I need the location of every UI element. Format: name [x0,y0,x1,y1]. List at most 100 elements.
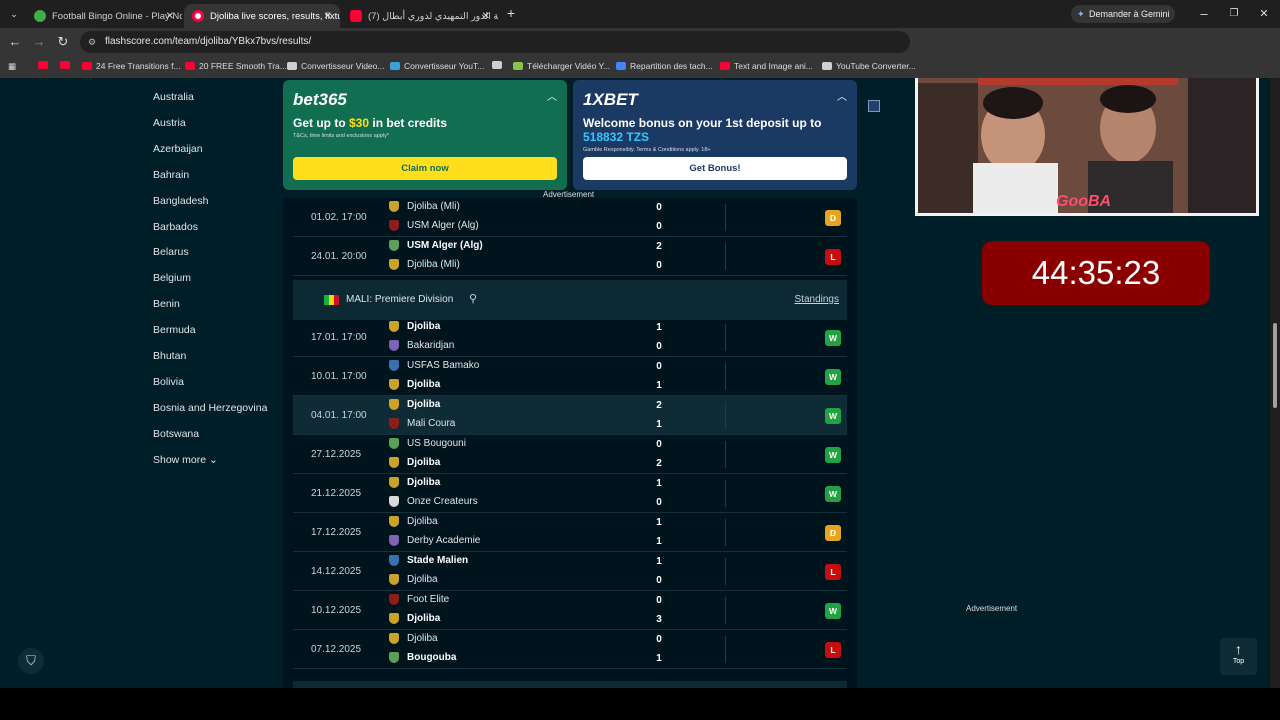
close-tab-icon[interactable]: ✕ [324,11,332,22]
team-name[interactable]: Djoliba (Mli) [389,201,460,212]
team-name[interactable]: Djoliba [389,321,440,332]
close-tab-icon[interactable]: ✕ [482,11,490,22]
team-name[interactable]: Onze Createurs [389,496,478,507]
country-link[interactable]: Benin [153,298,180,310]
bet365-ad[interactable]: bet365 ︿ Get up to $30 in bet credits T&… [283,80,567,190]
match-date: 04.01. 17:00 [311,410,367,421]
team-name[interactable]: USFAS Bamako [389,360,479,371]
team-name[interactable]: USM Alger (Alg) [389,240,483,251]
country-link[interactable]: Belgium [153,272,191,284]
claim-now-button[interactable]: Claim now [293,157,557,180]
1xbet-ad[interactable]: 1XBET ︿ Welcome bonus on your 1st deposi… [573,80,857,190]
scroll-top-button[interactable]: ↑ Top [1220,638,1257,675]
reload-icon[interactable]: ↻ [55,34,71,50]
team-name[interactable]: Derby Academie [389,535,480,546]
match-row[interactable]: 04.01. 17:00 Djoliba Mali Coura 2 1 W [293,396,847,435]
url-input[interactable]: ⚙ flashscore.com/team/djoliba/YBkx7bvs/r… [80,31,910,53]
country-link[interactable]: Bahrain [153,169,189,181]
team-name[interactable]: Djoliba [389,516,438,527]
country-link[interactable]: Botswana [153,428,199,440]
apps-grid-icon[interactable]: ▦ [8,61,16,72]
1xbet-logo: 1XBET [583,90,638,109]
forward-arrow-icon[interactable]: → [31,34,47,50]
country-link[interactable]: Austria [153,117,186,129]
bookmark-item[interactable]: Text and Image ani... [720,61,813,71]
country-link[interactable]: Australia [153,91,194,103]
team-name[interactable]: Foot Elite [389,594,449,605]
team-name[interactable]: USM Alger (Alg) [389,220,479,231]
collapse-chevron-icon[interactable]: ︿ [547,88,557,103]
match-row[interactable]: 10.12.2025 Foot Elite Djoliba 0 3 W [293,591,847,630]
back-arrow-icon[interactable]: ← [7,34,23,50]
close-window-icon[interactable]: ✕ [1256,6,1272,22]
site-info-icon[interactable]: ⚙ [88,31,96,53]
team-name[interactable]: Djoliba [389,399,440,410]
match-score: 1 [656,653,662,664]
team-name[interactable]: Djoliba [389,457,440,468]
bookmark-item[interactable]: 20 FREE Smooth Tra... [185,61,287,71]
bookmark-item[interactable]: YouTube Converter... [822,61,916,71]
team-name[interactable]: Bougouba [389,652,456,663]
minimize-icon[interactable]: – [1196,6,1212,22]
gemini-button[interactable]: ✦ Demander à Gemini [1071,5,1175,23]
team-name[interactable]: Djoliba (Mli) [389,259,460,270]
country-link[interactable]: Bangladesh [153,195,208,207]
scrollbar-thumb[interactable] [1273,323,1277,408]
collapse-chevron-icon[interactable]: ︿ [837,88,847,103]
match-row[interactable]: 17.01. 17:00 Djoliba Bakaridjan 1 0 W [293,318,847,357]
restore-icon[interactable]: ❐ [1226,6,1242,22]
tab-football-bingo[interactable]: Football Bingo Online - Play Now ✕ [26,4,182,28]
country-link[interactable]: Azerbaijan [153,143,203,155]
match-row[interactable]: 01.02. 17:00 Djoliba (Mli) USM Alger (Alg)… [293,198,847,237]
pin-icon[interactable]: ⚲ [469,292,477,305]
bookmark-item[interactable]: Convertisseur YouT... [390,61,484,71]
privacy-shield-icon[interactable]: ⛉ [18,648,44,674]
bookmark-item[interactable] [60,61,74,69]
new-tab-button[interactable]: + [503,5,519,21]
country-link[interactable]: Bhutan [153,350,186,362]
team-name[interactable]: Mali Coura [389,418,455,429]
team-name[interactable]: Stade Malien [389,555,468,566]
team-name[interactable]: US Bougouni [389,438,466,449]
next-league-header[interactable] [293,681,847,688]
tab-search-chevron-icon[interactable]: ⌄ [6,6,22,22]
show-more-button[interactable]: Show more ⌄ [153,454,218,466]
league-name[interactable]: MALI: Premiere Division [346,280,453,320]
tab-djoliba[interactable]: Djoliba live scores, results, fixtures ✕ [184,4,340,28]
country-link[interactable]: Bolivia [153,376,184,388]
bookmark-item[interactable]: Convertisseur Video... [287,61,384,71]
team-crest-icon [389,477,399,488]
get-bonus-button[interactable]: Get Bonus! [583,157,847,180]
match-row[interactable]: 07.12.2025 Djoliba Bougouba 0 1 L [293,630,847,669]
team-name[interactable]: Djoliba [389,613,440,624]
team-name[interactable]: Djoliba [389,477,440,488]
tab-youtube[interactable]: (7) قرعة الدور التمهيدي لدوري أبطال ✕ [342,4,498,28]
country-link[interactable]: Barbados [153,221,198,233]
match-row[interactable]: 14.12.2025 Stade Malien Djoliba 1 0 L [293,552,847,591]
bookmark-item[interactable]: 24 Free Transitions f... [82,61,181,71]
close-tab-icon[interactable]: ✕ [166,11,174,22]
match-row[interactable]: 21.12.2025 Djoliba Onze Createurs 1 0 W [293,474,847,513]
team-name[interactable]: Djoliba [389,633,438,644]
country-link[interactable]: Bermuda [153,324,196,336]
team-name[interactable]: Bakaridjan [389,340,454,351]
bookmark-item[interactable] [492,61,506,69]
country-link[interactable]: Belarus [153,246,189,258]
bookmark-item[interactable]: Télécharger Vidéo Y... [513,61,610,71]
bookmark-icon [720,62,730,70]
bookmark-item[interactable]: Repartition des tach... [616,61,713,71]
match-row[interactable]: 17.12.2025 Djoliba Derby Academie 1 1 D [293,513,847,552]
team-label: Djoliba (Mli) [407,259,460,270]
team-name[interactable]: Djoliba [389,574,438,585]
match-row[interactable]: 24.01. 20:00 USM Alger (Alg) Djoliba (Mli)… [293,237,847,276]
country-link[interactable]: Bosnia and Herzegovina [153,402,267,414]
standings-link[interactable]: Standings [795,280,839,320]
page-scrollbar[interactable] [1270,78,1280,688]
bookmark-item[interactable] [38,61,52,69]
match-score: 0 [656,634,662,645]
team-name[interactable]: Djoliba [389,379,440,390]
team-label: Djoliba [407,613,441,624]
league-header[interactable]: MALI: Premiere Division ⚲ Standings [293,280,847,320]
match-row[interactable]: 27.12.2025 US Bougouni Djoliba 0 2 W [293,435,847,474]
match-row[interactable]: 10.01. 17:00 USFAS Bamako Djoliba 0 1 W [293,357,847,396]
